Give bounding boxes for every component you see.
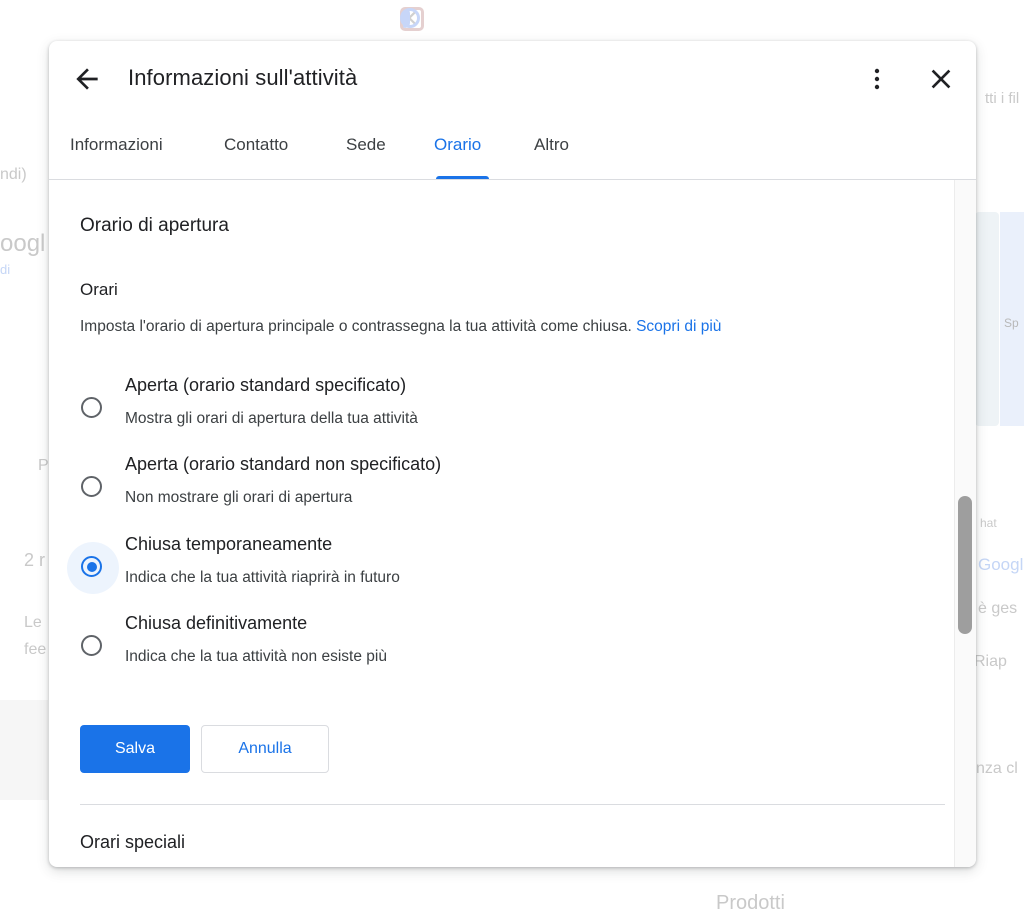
special-hours-title: Orari speciali <box>80 832 186 852</box>
option-help: Indica che la tua attività non esiste pi… <box>125 648 387 665</box>
option-open-standard[interactable]: Aperta (orario standard specificato) Mos… <box>67 375 927 445</box>
radio-circle <box>81 635 102 656</box>
more-options-button[interactable] <box>865 63 889 95</box>
background-text: è ges <box>978 600 1018 617</box>
background-thumbnail <box>975 212 999 426</box>
section-title: Orario di apertura <box>80 215 229 236</box>
option-permanently-closed[interactable]: Chiusa definitivamente Indica che la tua… <box>67 613 927 683</box>
tab-sede[interactable]: Sede <box>346 135 386 155</box>
background-text: ndi) <box>0 166 27 183</box>
radio-circle-checked <box>81 556 102 577</box>
option-label: Chiusa definitivamente <box>125 613 308 633</box>
tab-orario[interactable]: Orario <box>434 135 481 155</box>
option-label: Aperta (orario standard non specificato) <box>125 454 442 474</box>
divider <box>80 804 945 805</box>
hours-description: Imposta l'orario di apertura principale … <box>80 318 721 336</box>
search-icon <box>400 8 420 28</box>
close-button[interactable] <box>925 63 957 95</box>
dialog-header: Informazioni sull'attività Informazioni … <box>49 41 976 180</box>
background-text: oogl <box>0 230 46 257</box>
radio-button[interactable] <box>67 462 119 514</box>
option-label: Chiusa temporaneamente <box>125 534 333 554</box>
background-text: fee <box>24 641 47 658</box>
business-info-dialog: Informazioni sull'attività Informazioni … <box>49 41 976 867</box>
background-text: Googl <box>978 555 1024 574</box>
active-tab-indicator <box>436 176 489 179</box>
save-button[interactable]: Salva <box>80 725 190 773</box>
cancel-button[interactable]: Annulla <box>201 725 329 773</box>
back-button[interactable] <box>71 63 103 95</box>
radio-button[interactable] <box>67 383 119 435</box>
option-open-no-hours[interactable]: Aperta (orario standard non specificato)… <box>67 454 927 524</box>
learn-more-link[interactable]: Scopri di più <box>636 318 721 335</box>
option-label: Aperta (orario standard specificato) <box>125 375 407 395</box>
tab-informazioni[interactable]: Informazioni <box>70 135 163 155</box>
radio-circle <box>81 476 102 497</box>
background-text: tti i fil <box>985 90 1020 107</box>
background-band <box>0 700 48 800</box>
dialog-content: Orario di apertura Orari Imposta l'orari… <box>49 180 954 867</box>
background-text: di <box>0 262 11 277</box>
background-text: P <box>38 457 49 474</box>
tab-contatto[interactable]: Contatto <box>224 135 288 155</box>
radio-button[interactable] <box>67 542 119 594</box>
arrow-back-icon <box>76 68 98 90</box>
background-text: 2 r <box>24 550 46 570</box>
background-text: hat <box>980 516 997 530</box>
sub-title: Orari <box>80 280 118 299</box>
background-text: Sp <box>1004 316 1019 330</box>
radio-circle <box>81 397 102 418</box>
option-temporarily-closed[interactable]: Chiusa temporaneamente Indica che la tua… <box>67 534 927 604</box>
close-icon <box>931 69 951 89</box>
scrollbar-thumb[interactable] <box>958 496 972 634</box>
background-text: Prodotti <box>716 892 785 914</box>
description-text: Imposta l'orario di apertura principale … <box>80 318 632 335</box>
radio-button[interactable] <box>67 621 119 673</box>
option-help: Indica che la tua attività riaprirà in f… <box>125 569 400 586</box>
background-text: Le <box>24 614 42 631</box>
more-vert-icon <box>874 68 880 90</box>
option-help: Mostra gli orari di apertura della tua a… <box>125 410 418 427</box>
dialog-title: Informazioni sull'attività <box>128 65 358 90</box>
background-text: Riap <box>974 653 1007 670</box>
tab-altro[interactable]: Altro <box>534 135 569 155</box>
background-text: nza cl <box>976 760 1018 777</box>
option-help: Non mostrare gli orari di apertura <box>125 489 353 506</box>
